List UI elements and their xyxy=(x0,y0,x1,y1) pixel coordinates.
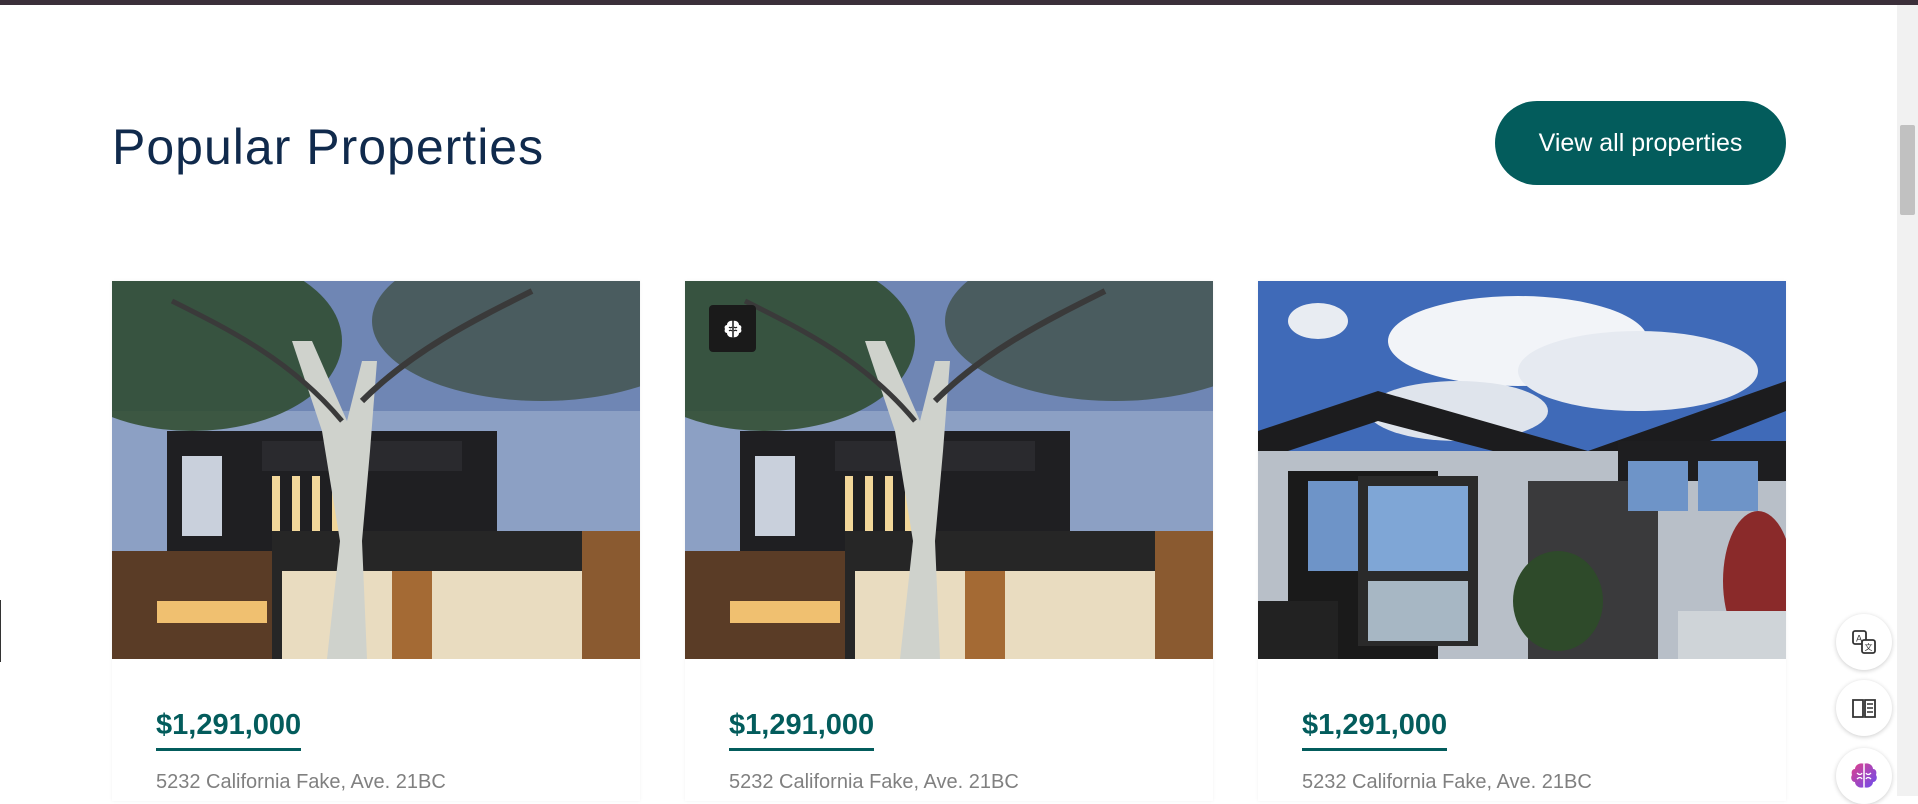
ai-badge-button[interactable] xyxy=(709,305,756,352)
translate-icon: A 文 xyxy=(1852,630,1876,654)
property-image[interactable] xyxy=(1258,281,1786,659)
property-address: 5232 California Fake, Ave. 21BC xyxy=(156,771,446,793)
property-price: $1,291,000 xyxy=(156,709,302,751)
property-image[interactable] xyxy=(112,281,640,659)
svg-text:文: 文 xyxy=(1865,642,1873,652)
section-title: Popular Properties xyxy=(112,119,545,175)
property-card[interactable]: $1,291,000 5232 California Fake, Ave. 21… xyxy=(112,281,640,801)
property-address: 5232 California Fake, Ave. 21BC xyxy=(729,771,1019,793)
scrollbar-thumb[interactable] xyxy=(1900,125,1915,215)
brain-assistant-icon xyxy=(1851,763,1877,788)
property-price: $1,291,000 xyxy=(729,709,875,751)
reader-book-icon xyxy=(1852,699,1876,718)
translate-button[interactable]: A 文 xyxy=(1836,614,1892,670)
property-card[interactable]: $1,291,000 5232 California Fake, Ave. 21… xyxy=(685,281,1213,801)
property-card[interactable]: $1,291,000 5232 California Fake, Ave. 21… xyxy=(1258,281,1786,801)
view-all-properties-button[interactable]: View all properties xyxy=(1495,101,1786,185)
property-address: 5232 California Fake, Ave. 21BC xyxy=(1302,771,1592,793)
brain-icon xyxy=(724,320,741,337)
reader-mode-button[interactable] xyxy=(1836,680,1892,736)
vertical-scrollbar[interactable] xyxy=(1897,5,1918,796)
property-image[interactable] xyxy=(685,281,1213,659)
property-price: $1,291,000 xyxy=(1302,709,1448,751)
